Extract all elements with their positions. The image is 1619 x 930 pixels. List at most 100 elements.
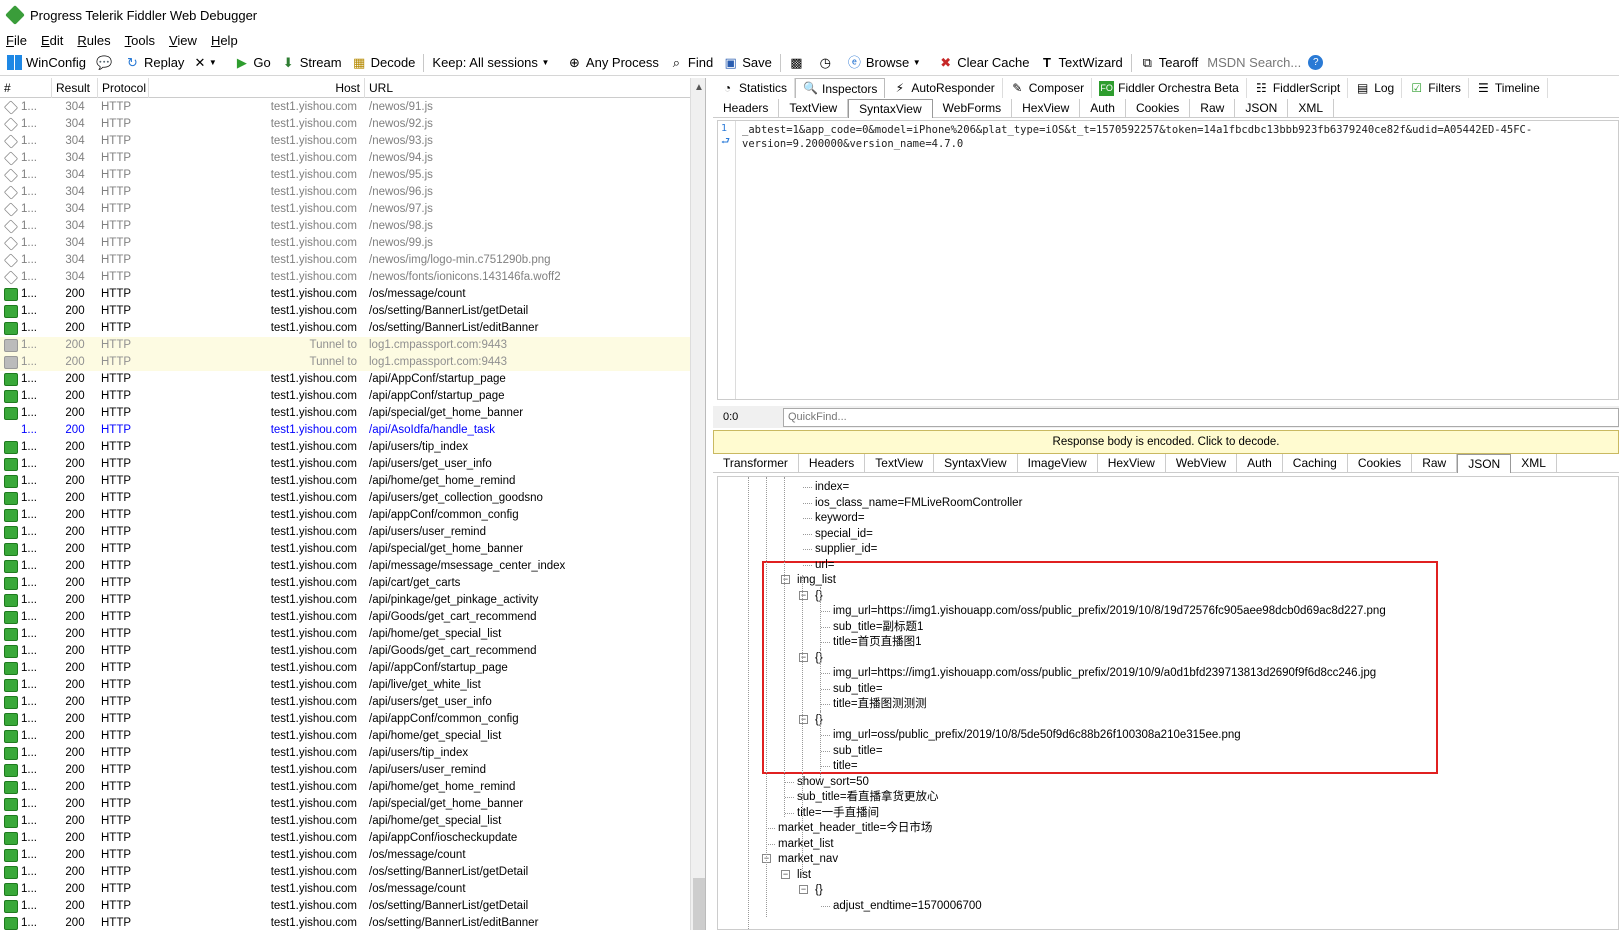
- collapse-toggle-icon[interactable]: −: [781, 869, 790, 879]
- session-row[interactable]: 1... 200 HTTP test1.yishou.com/api/AsoIdfa/…: [0, 422, 690, 439]
- clear-cache-button[interactable]: ✖ Clear Cache: [933, 52, 1034, 74]
- session-row[interactable]: 1... 200 HTTP test1.yishou.com/os/message/c…: [0, 881, 690, 898]
- json-tree-node[interactable]: title=: [833, 758, 858, 774]
- column-protocol[interactable]: Protocol: [98, 78, 149, 98]
- session-row[interactable]: 1... 200 HTTP test1.yishou.com/api/users/ge…: [0, 456, 690, 473]
- session-row[interactable]: 1... 200 HTTP test1.yishou.com/api/pinkage/…: [0, 592, 690, 609]
- session-row[interactable]: 1... 200 HTTP test1.yishou.com/os/message/c…: [0, 286, 690, 303]
- response-tab-webview[interactable]: WebView: [1166, 454, 1238, 473]
- collapse-toggle-icon[interactable]: −: [781, 575, 790, 584]
- sessions-scrollbar[interactable]: ▲: [690, 78, 705, 930]
- session-row[interactable]: 1... 304 HTTP test1.yishou.com/newos/93.js: [0, 133, 690, 150]
- menu-edit[interactable]: Edit: [41, 33, 63, 48]
- request-tab-syntaxview[interactable]: SyntaxView: [848, 99, 933, 118]
- browse-button[interactable]: ⓔ Browse ▼: [842, 52, 933, 74]
- column-number[interactable]: #: [0, 78, 52, 98]
- menu-rules[interactable]: Rules: [77, 33, 110, 48]
- session-row[interactable]: 1... 200 HTTP test1.yishou.com/api/special/…: [0, 405, 690, 422]
- msdn-search-input[interactable]: MSDN Search...: [1203, 52, 1303, 74]
- session-row[interactable]: 1... 200 HTTP test1.yishou.com/api/appConf/…: [0, 711, 690, 728]
- request-tab-hexview[interactable]: HexView: [1012, 99, 1081, 118]
- session-row[interactable]: 1... 200 HTTP test1.yishou.com/api/appConf/…: [0, 388, 690, 405]
- request-tab-cookies[interactable]: Cookies: [1126, 99, 1191, 118]
- session-row[interactable]: 1... 200 HTTP test1.yishou.com/os/setting/B…: [0, 320, 690, 337]
- response-tab-headers[interactable]: Headers: [799, 454, 866, 473]
- json-tree-node[interactable]: list: [797, 867, 811, 883]
- column-host[interactable]: Host: [149, 78, 365, 98]
- session-row[interactable]: 1... 200 HTTP test1.yishou.com/api/message/…: [0, 558, 690, 575]
- session-row[interactable]: 1... 200 HTTP test1.yishou.com/api/home/get…: [0, 626, 690, 643]
- session-row[interactable]: 1... 200 HTTP test1.yishou.com/api/users/ge…: [0, 490, 690, 507]
- scrollbar-thumb[interactable]: [693, 878, 705, 930]
- collapse-toggle-icon[interactable]: −: [799, 714, 808, 724]
- json-tree-node[interactable]: img_url=https://img1.yishouapp.com/oss/p…: [833, 603, 1386, 619]
- request-tab-auth[interactable]: Auth: [1080, 99, 1126, 118]
- request-tab-webforms[interactable]: WebForms: [933, 99, 1013, 118]
- session-row[interactable]: 1... 200 HTTP test1.yishou.com/api/cart/get…: [0, 575, 690, 592]
- session-row[interactable]: 1... 200 HTTP test1.yishou.com/api//appConf…: [0, 660, 690, 677]
- json-tree-node[interactable]: img_url=https://img1.yishouapp.com/oss/p…: [833, 665, 1376, 681]
- response-tab-hexview[interactable]: HexView: [1098, 454, 1166, 473]
- session-row[interactable]: 1... 200 HTTP test1.yishou.com/api/special/…: [0, 796, 690, 813]
- session-row[interactable]: 1... 200 HTTP test1.yishou.com/os/setting/B…: [0, 303, 690, 320]
- save-button[interactable]: ▣ Save: [718, 52, 777, 74]
- json-tree-node[interactable]: title=直播图测测测: [833, 696, 927, 712]
- tab-fiddler-orchestra-beta[interactable]: FO Fiddler Orchestra Beta: [1092, 78, 1247, 98]
- json-tree-node[interactable]: sub_title=: [833, 681, 883, 697]
- json-tree-node[interactable]: market_list: [778, 836, 834, 852]
- session-row[interactable]: 1... 200 HTTP test1.yishou.com/api/users/us…: [0, 762, 690, 779]
- menu-file[interactable]: File: [6, 33, 27, 48]
- session-row[interactable]: 1... 304 HTTP test1.yishou.com/newos/fonts/…: [0, 269, 690, 286]
- json-tree-node[interactable]: keyword=: [815, 510, 865, 526]
- stream-button[interactable]: ⬇ Stream: [276, 52, 347, 74]
- session-row[interactable]: 1... 200 HTTP test1.yishou.com/api/appConf/…: [0, 507, 690, 524]
- json-tree-node[interactable]: {}: [815, 650, 823, 666]
- json-tree-node[interactable]: adjust_endtime=1570006700: [833, 898, 982, 914]
- winconfig-button[interactable]: WinConfig: [2, 52, 91, 74]
- session-row[interactable]: 1... 200 HTTP test1.yishou.com/api/home/get…: [0, 728, 690, 745]
- json-tree-node[interactable]: sub_title=: [833, 743, 883, 759]
- json-tree-node[interactable]: ios_class_name=FMLiveRoomController: [815, 495, 1022, 511]
- menu-tools[interactable]: Tools: [125, 33, 155, 48]
- decode-button[interactable]: ▦ Decode: [347, 52, 421, 74]
- session-row[interactable]: 1... 200 HTTP test1.yishou.com/api/live/get…: [0, 677, 690, 694]
- session-row[interactable]: 1... 200 HTTP test1.yishou.com/api/Goods/ge…: [0, 609, 690, 626]
- session-row[interactable]: 1... 304 HTTP test1.yishou.com/newos/97.js: [0, 201, 690, 218]
- screenshot-button[interactable]: ▩: [784, 52, 813, 74]
- json-tree-node[interactable]: title=首页直播图1: [833, 634, 922, 650]
- quickfind-input[interactable]: QuickFind...: [783, 407, 1619, 427]
- json-tree-node[interactable]: special_id=: [815, 526, 873, 542]
- request-tab-textview[interactable]: TextView: [779, 99, 849, 118]
- session-row[interactable]: 1... 304 HTTP test1.yishou.com/newos/98.js: [0, 218, 690, 235]
- json-tree-node[interactable]: index=: [815, 479, 849, 495]
- request-tab-xml[interactable]: XML: [1288, 99, 1335, 118]
- request-tab-json[interactable]: JSON: [1235, 99, 1289, 118]
- tab-log[interactable]: ▤ Log: [1348, 78, 1403, 98]
- response-tab-syntaxview[interactable]: SyntaxView: [934, 454, 1018, 473]
- session-row[interactable]: 1... 200 HTTP test1.yishou.com/api/home/get…: [0, 813, 690, 830]
- json-tree-node[interactable]: show_sort=50: [797, 774, 869, 790]
- json-tree-node[interactable]: sub_title=看直播拿货更放心: [797, 789, 939, 805]
- scroll-up-icon[interactable]: ▲: [694, 82, 704, 93]
- tab-filters[interactable]: ☑ Filters: [1402, 78, 1469, 98]
- response-tab-transformer[interactable]: Transformer: [713, 454, 799, 473]
- tab-timeline[interactable]: ☰ Timeline: [1469, 78, 1548, 98]
- decode-notice[interactable]: Response body is encoded. Click to decod…: [713, 430, 1619, 454]
- tearoff-button[interactable]: ⧉ Tearoff: [1135, 52, 1204, 74]
- request-syntax-view[interactable]: 1 ⮐ _abtest=1&app_code=0&model=iPhone%20…: [717, 120, 1619, 400]
- json-tree-node[interactable]: sub_title=副标题1: [833, 619, 923, 635]
- session-row[interactable]: 1... 304 HTTP test1.yishou.com/newos/92.js: [0, 116, 690, 133]
- session-row[interactable]: 1... 200 HTTP test1.yishou.com/os/setting/B…: [0, 864, 690, 881]
- json-tree-view[interactable]: index= ios_class_name=FMLiveRoomControlle…: [717, 476, 1619, 930]
- replay-button[interactable]: ↻ Replay: [120, 52, 189, 74]
- session-row[interactable]: 1... 304 HTTP test1.yishou.com/newos/img/lo…: [0, 252, 690, 269]
- json-tree-node[interactable]: supplier_id=: [815, 541, 877, 557]
- json-tree-node[interactable]: title=一手直播间: [797, 805, 879, 821]
- collapse-toggle-icon[interactable]: −: [799, 885, 808, 894]
- request-tab-headers[interactable]: Headers: [713, 99, 780, 118]
- response-tab-caching[interactable]: Caching: [1283, 454, 1348, 473]
- json-tree-node[interactable]: {}: [815, 712, 823, 728]
- session-row[interactable]: 1... 200 HTTP test1.yishou.com/api/home/get…: [0, 779, 690, 796]
- any-process-button[interactable]: ⊕ Any Process: [562, 52, 664, 74]
- find-button[interactable]: ⌕ Find: [664, 52, 718, 74]
